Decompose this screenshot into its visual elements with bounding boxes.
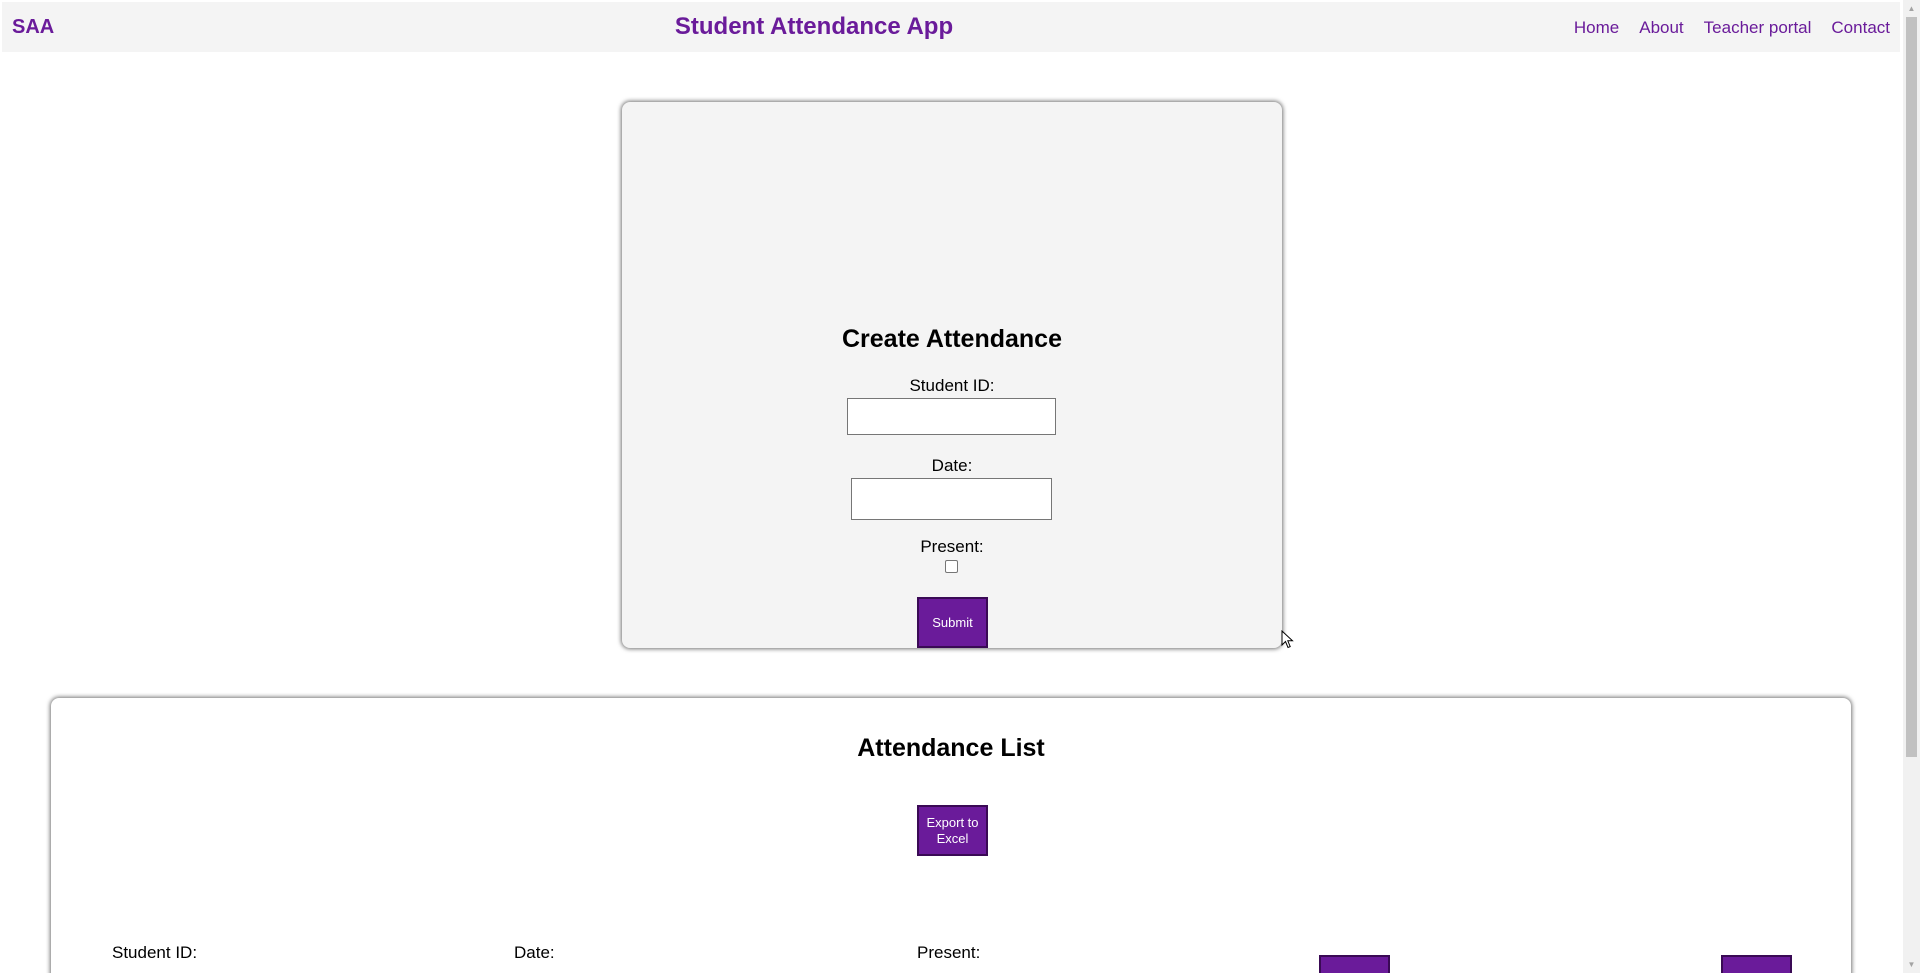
column-header-present: Present: — [917, 943, 981, 962]
present-checkbox[interactable] — [945, 560, 958, 573]
create-attendance-title: Create Attendance — [842, 325, 1062, 353]
nav-contact[interactable]: Contact — [1831, 18, 1890, 38]
nav-home[interactable]: Home — [1574, 18, 1619, 38]
attendance-list-title: Attendance List — [857, 734, 1045, 762]
row-action-button-2[interactable] — [1721, 955, 1792, 973]
scroll-up-arrow-icon[interactable]: ▲ — [1903, 0, 1920, 17]
row-action-button[interactable] — [1319, 955, 1390, 973]
date-input[interactable] — [851, 478, 1052, 520]
column-header-student-id: Student ID: — [112, 943, 198, 962]
mouse-cursor-icon — [1281, 630, 1294, 649]
column-header-date: Date: — [514, 943, 555, 962]
brand-logo[interactable]: SAA — [12, 16, 54, 39]
student-id-input[interactable] — [847, 398, 1056, 435]
navbar: SAA Student Attendance App Home About Te… — [2, 2, 1900, 52]
present-label: Present: — [920, 537, 984, 556]
submit-button[interactable]: Submit — [917, 597, 988, 648]
attendance-list-card: Attendance List Export to Excel Student … — [51, 698, 1851, 973]
student-id-label: Student ID: — [909, 376, 995, 395]
create-attendance-card: Create Attendance Student ID: Date: Pres… — [622, 102, 1282, 648]
app-title: Student Attendance App — [674, 13, 954, 40]
date-label: Date: — [931, 456, 973, 475]
scroll-down-arrow-icon[interactable]: ▼ — [1903, 956, 1920, 973]
nav-teacher-portal[interactable]: Teacher portal — [1704, 18, 1812, 38]
nav-about[interactable]: About — [1639, 18, 1683, 38]
scrollbar-thumb[interactable] — [1906, 17, 1917, 757]
vertical-scrollbar[interactable]: ▲ ▼ — [1903, 0, 1920, 973]
page: SAA Student Attendance App Home About Te… — [0, 0, 1920, 973]
export-excel-button[interactable]: Export to Excel — [917, 805, 988, 856]
nav-links: Home About Teacher portal Contact — [1574, 18, 1890, 38]
